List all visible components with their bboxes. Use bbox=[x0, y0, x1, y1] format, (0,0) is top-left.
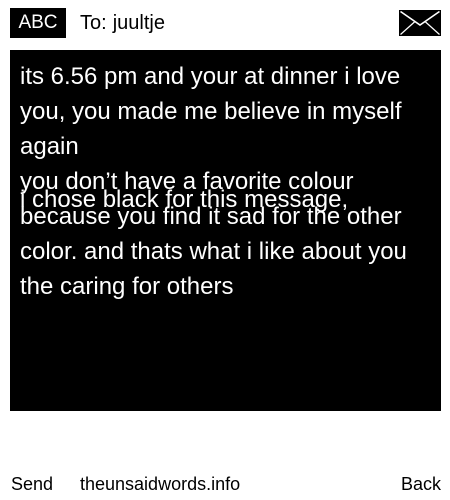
message-panel: its 6.56 pm and your at dinner i love yo… bbox=[10, 50, 441, 411]
back-button[interactable]: Back bbox=[401, 472, 441, 496]
message-overlap-note: i chose black for this message, bbox=[20, 186, 349, 213]
footer-bar: Send theunsaidwords.info Back bbox=[0, 472, 450, 496]
to-label: To: bbox=[80, 12, 107, 34]
site-name: theunsaidwords.info bbox=[80, 474, 241, 494]
send-button[interactable]: Send bbox=[11, 472, 53, 496]
recipient-name: juultje bbox=[112, 12, 165, 34]
recipient-line: To: juultje bbox=[80, 10, 165, 36]
input-mode-badge[interactable]: ABC bbox=[10, 8, 66, 38]
envelope-icon[interactable] bbox=[399, 10, 441, 36]
